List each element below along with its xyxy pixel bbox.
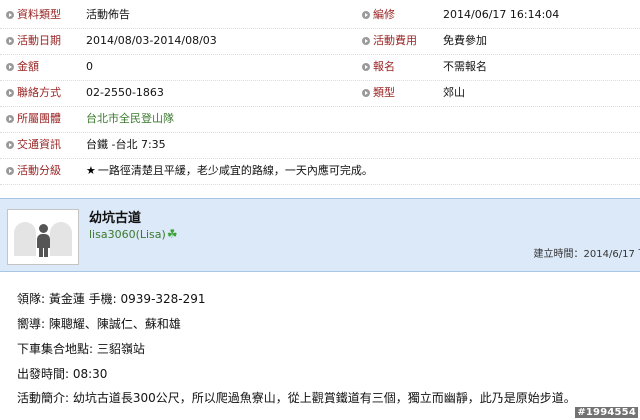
info-label: 報名: [373, 60, 395, 73]
post-header: 幼坑古道 lisa3060(Lisa)☘ 建立時間：2014/6/17 下: [0, 198, 640, 272]
watermark: #1994554: [575, 407, 638, 418]
author-link[interactable]: lisa3060(Lisa)☘: [89, 227, 178, 241]
info-value: 免費參加: [443, 34, 487, 47]
arrow-bullet-icon: [6, 115, 14, 123]
arrow-bullet-icon: [362, 63, 370, 71]
avatar-background: [14, 222, 36, 256]
arrow-bullet-icon: [362, 89, 370, 97]
leader-line: 領隊: 黃金蓮 手機: 0939-328-291: [17, 292, 206, 306]
info-row: 活動日期 2014/08/03-2014/08/03 活動費用 免費參加: [0, 28, 640, 55]
summary-line: 活動簡介: 幼坑古道長300公尺，所以爬過魚寮山，從上觀賞鐵道有三個，獨立而幽靜…: [17, 391, 576, 405]
star-icon: ★: [86, 164, 96, 177]
group-link[interactable]: 台北市全民登山隊: [86, 106, 174, 132]
info-row: 聯絡方式 02-2550-1863 類型 郊山: [0, 80, 640, 107]
info-row: 金額 0 報名 不需報名: [0, 54, 640, 81]
info-value: 02-2550-1863: [86, 86, 164, 99]
arrow-bullet-icon: [6, 37, 14, 45]
arrow-bullet-icon: [6, 63, 14, 71]
info-row: 所屬團體 台北市全民登山隊: [0, 106, 640, 133]
arrow-bullet-icon: [6, 167, 14, 175]
person-icon: [39, 224, 48, 233]
clover-icon: ☘: [166, 227, 178, 241]
guide-line: 嚮導: 陳聰耀、陳誠仁、蘇和雄: [17, 317, 181, 331]
info-label: 資料類型: [17, 8, 61, 21]
info-label: 類型: [373, 86, 395, 99]
post-title: 幼坑古道: [89, 211, 142, 226]
created-value: 2014/6/17 下: [583, 249, 640, 260]
arrow-bullet-icon: [6, 89, 14, 97]
info-value: ★ 一路徑清楚且平緩，老少咸宜的路線，一天內應可完成。: [86, 158, 373, 184]
avatar[interactable]: [7, 209, 79, 265]
created-label: 建立時間：: [533, 249, 584, 260]
activity-info-table: 資料類型 活動佈告 編修 2014/06/17 16:14:04 活動日期 20…: [0, 0, 640, 185]
info-value: 2014/06/17 16:14:04: [443, 8, 560, 21]
person-icon-leg: [39, 247, 43, 257]
info-row: 交通資訊 台鐵 -台北 7:35: [0, 132, 640, 159]
created-time: 建立時間：2014/6/17 下: [534, 245, 640, 260]
arrow-bullet-icon: [6, 141, 14, 149]
arrow-bullet-icon: [362, 37, 370, 45]
info-row: 活動分級 ★ 一路徑清楚且平緩，老少咸宜的路線，一天內應可完成。: [0, 158, 640, 185]
arrow-bullet-icon: [6, 11, 14, 19]
info-value: 2014/08/03-2014/08/03: [86, 34, 217, 47]
info-label: 交通資訊: [17, 138, 61, 151]
info-label: 編修: [373, 8, 395, 21]
info-value: 活動佈告: [86, 8, 130, 21]
info-row: 資料類型 活動佈告 編修 2014/06/17 16:14:04: [0, 2, 640, 29]
info-value: 0: [86, 60, 93, 73]
author-name[interactable]: lisa3060(Lisa): [89, 228, 166, 241]
departure-time-line: 出發時間: 08:30: [17, 367, 108, 381]
info-label: 所屬團體: [17, 112, 61, 125]
info-label: 活動費用: [373, 34, 417, 47]
grade-description: 一路徑清楚且平緩，老少咸宜的路線，一天內應可完成。: [97, 164, 373, 177]
info-label: 聯絡方式: [17, 86, 61, 99]
person-icon-body: [37, 234, 50, 248]
info-label: 活動分級: [17, 164, 61, 177]
info-value: 台鐵 -台北 7:35: [86, 138, 166, 151]
post: 幼坑古道 lisa3060(Lisa)☘ 建立時間：2014/6/17 下 領隊…: [0, 198, 640, 420]
person-icon-leg: [44, 247, 48, 257]
avatar-background: [50, 222, 72, 256]
info-label: 活動日期: [17, 34, 61, 47]
meeting-point-line: 下車集合地點: 三貂嶺站: [17, 342, 145, 356]
arrow-bullet-icon: [362, 11, 370, 19]
info-value: 郊山: [443, 86, 465, 99]
info-label: 金額: [17, 60, 39, 73]
info-value: 不需報名: [443, 60, 487, 73]
